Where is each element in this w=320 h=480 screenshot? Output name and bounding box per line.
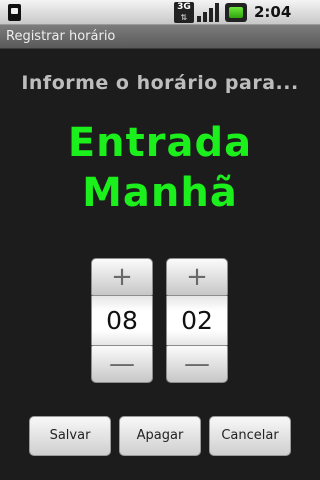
app-title: Registrar horário <box>6 29 116 44</box>
minute-picker: + 02 — <box>166 258 228 383</box>
status-bar: 3G⇅ 2:04 AM <box>0 0 320 46</box>
cancel-button[interactable]: Cancelar <box>209 416 291 456</box>
prompt-text: Informe o horário para... <box>21 72 299 94</box>
screen: 3G⇅ 2:04 AM Registrar horário Informe o … <box>0 0 320 480</box>
3g-data-icon: 3G ⇅ <box>174 2 194 23</box>
signal-strength-icon <box>197 3 219 22</box>
hour-picker: + 08 — <box>91 258 153 383</box>
title-bar: Registrar horário <box>0 25 320 49</box>
battery-icon <box>225 3 247 22</box>
clear-button[interactable]: Apagar <box>119 416 201 456</box>
heading-line-1: Entrada <box>67 120 253 166</box>
hour-value[interactable]: 08 <box>91 296 153 345</box>
status-time: 2:04 AM <box>254 3 292 46</box>
hour-decrement-button[interactable]: — <box>91 345 153 383</box>
minute-increment-button[interactable]: + <box>166 258 228 296</box>
network-label: 3G <box>177 2 191 12</box>
save-button[interactable]: Salvar <box>29 416 111 456</box>
minute-value[interactable]: 02 <box>166 296 228 345</box>
sim-card-icon <box>8 4 21 21</box>
minute-decrement-button[interactable]: — <box>166 345 228 383</box>
hour-increment-button[interactable]: + <box>91 258 153 296</box>
heading-line-2: Manhã <box>82 170 238 216</box>
